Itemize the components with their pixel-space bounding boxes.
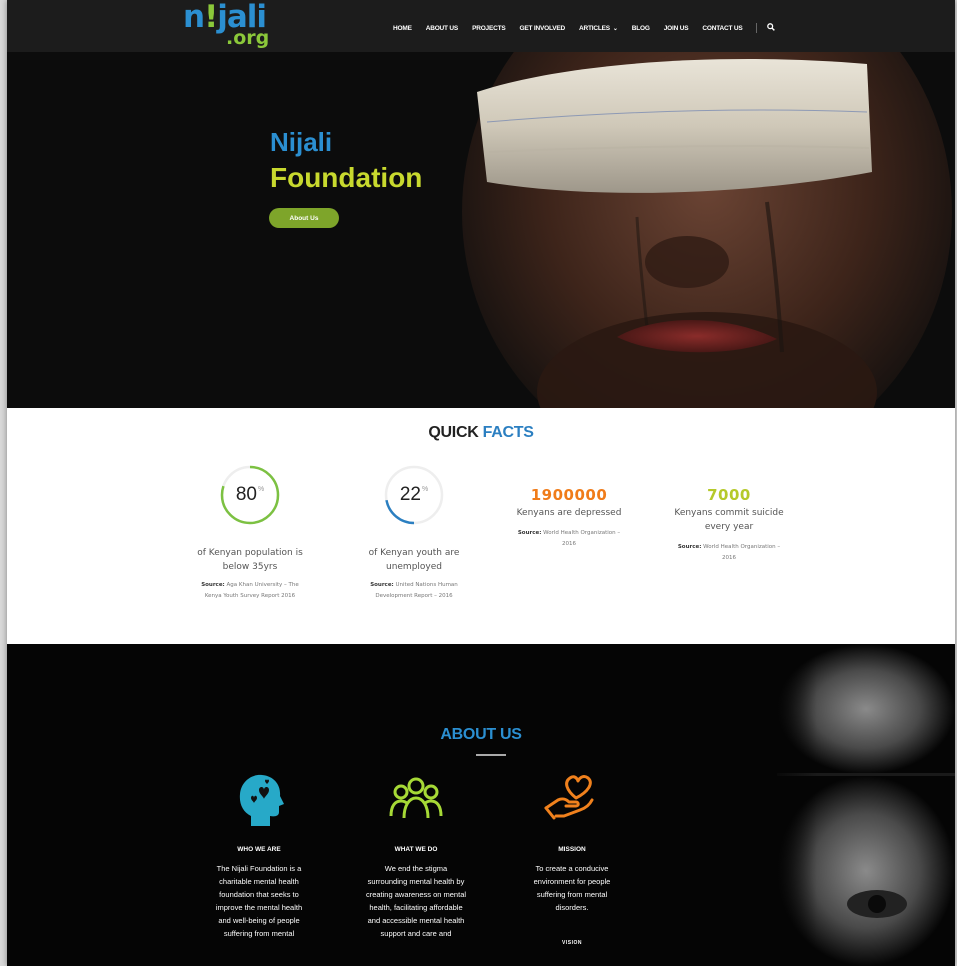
about-section: ABOUT US WHO WE ARE The Nijali Foundatio… <box>7 644 955 966</box>
hand-heart-icon <box>542 772 602 826</box>
stat-description: of Kenyan youth are unemployed <box>368 548 460 572</box>
search-icon[interactable] <box>767 23 776 33</box>
stat-description: Kenyans are depressed <box>516 508 622 518</box>
people-group-icon <box>386 772 446 826</box>
stat-number: 1900000 <box>530 486 608 504</box>
column-title: WHO WE ARE <box>237 846 281 853</box>
about-mission: MISSION To create a conducive environmen… <box>502 772 642 946</box>
hero-title-line2: Foundation <box>270 162 423 193</box>
stat-suicide: 7000 Kenyans commit suicide every year S… <box>654 472 804 564</box>
hero-title-line1: Nijali <box>270 127 333 157</box>
head-heart-icon <box>229 772 289 826</box>
stat-depression: 1900000 Kenyans are depressed Source: Wo… <box>494 472 644 550</box>
stat-source: Source: World Health Organization – 2016 <box>677 544 781 561</box>
stat-source: Source: Aga Khan University – The Kenya … <box>201 582 299 599</box>
heading-underline <box>476 754 506 756</box>
hero-blindfold-portrait <box>7 52 955 408</box>
nav-divider <box>756 23 758 33</box>
column-text: We end the stigma surrounding mental hea… <box>365 864 467 938</box>
nav-about-us[interactable]: ABOUT US <box>426 25 459 32</box>
site-logo[interactable]: n!jali .org <box>183 2 269 48</box>
quick-facts-heading: QUICK FACTS <box>428 424 534 441</box>
nav-join-us[interactable]: JOIN US <box>664 25 689 32</box>
progress-ring: 80% <box>219 464 281 526</box>
chevron-down-icon: ⌄ <box>612 25 618 32</box>
nav-contact-us[interactable]: CONTACT US <box>702 25 742 32</box>
column-title: WHAT WE DO <box>394 846 438 853</box>
progress-ring: 22% <box>383 464 445 526</box>
stat-unemployment: 22% of Kenyan youth are unemployed Sourc… <box>339 464 489 602</box>
stat-source: Source: World Health Organization – 2016 <box>517 530 621 547</box>
nav-articles[interactable]: ARTICLES ⌄ <box>579 25 618 32</box>
website-page: n!jali .org HOME ABOUT US PROJECTS GET I… <box>7 0 955 966</box>
stat-description: of Kenyan population is below 35yrs <box>197 548 303 572</box>
about-what-we-do: WHAT WE DO We end the stigma surrounding… <box>346 772 486 940</box>
column-text: The Nijali Foundation is a charitable me… <box>215 864 303 938</box>
about-us-button[interactable]: About Us <box>269 208 339 228</box>
stat-number: 7000 <box>707 486 751 504</box>
about-heading: ABOUT US <box>440 726 522 743</box>
stat-population: 80% of Kenyan population is below 35yrs … <box>175 464 325 602</box>
site-header: n!jali .org HOME ABOUT US PROJECTS GET I… <box>7 0 955 52</box>
quick-facts-section: QUICK FACTS 80% of Kenyan population is … <box>7 408 955 644</box>
main-nav: HOME ABOUT US PROJECTS GET INVOLVED ARTI… <box>393 23 776 33</box>
nav-blog[interactable]: BLOG <box>632 25 650 32</box>
column-title: MISSION <box>558 846 586 853</box>
hero-banner: Nijali Foundation About Us <box>7 52 955 408</box>
vision-title: VISION <box>562 940 582 946</box>
stat-description: Kenyans commit suicide every year <box>674 508 784 532</box>
nav-home[interactable]: HOME <box>393 25 412 32</box>
nav-get-involved[interactable]: GET INVOLVED <box>520 25 566 32</box>
column-text: To create a conducive environment for pe… <box>533 864 611 912</box>
nav-projects[interactable]: PROJECTS <box>472 25 506 32</box>
about-who-we-are: WHO WE ARE The Nijali Foundation is a ch… <box>189 772 329 940</box>
stat-source: Source: United Nations Human Development… <box>370 582 458 599</box>
